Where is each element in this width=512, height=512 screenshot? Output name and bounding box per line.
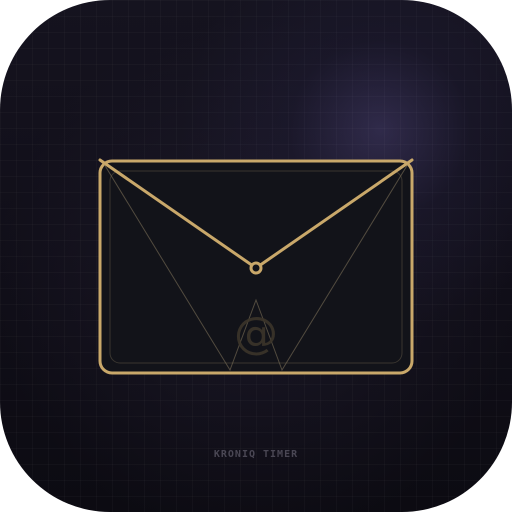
- envelope-seal: [249, 261, 263, 275]
- at-glyph: @: [234, 308, 278, 359]
- envelope-icon: @: [98, 158, 414, 375]
- brand-label: KRONIQ TIMER: [213, 449, 299, 460]
- app-icon[interactable]: @ KRONIQ TIMER: [0, 0, 512, 512]
